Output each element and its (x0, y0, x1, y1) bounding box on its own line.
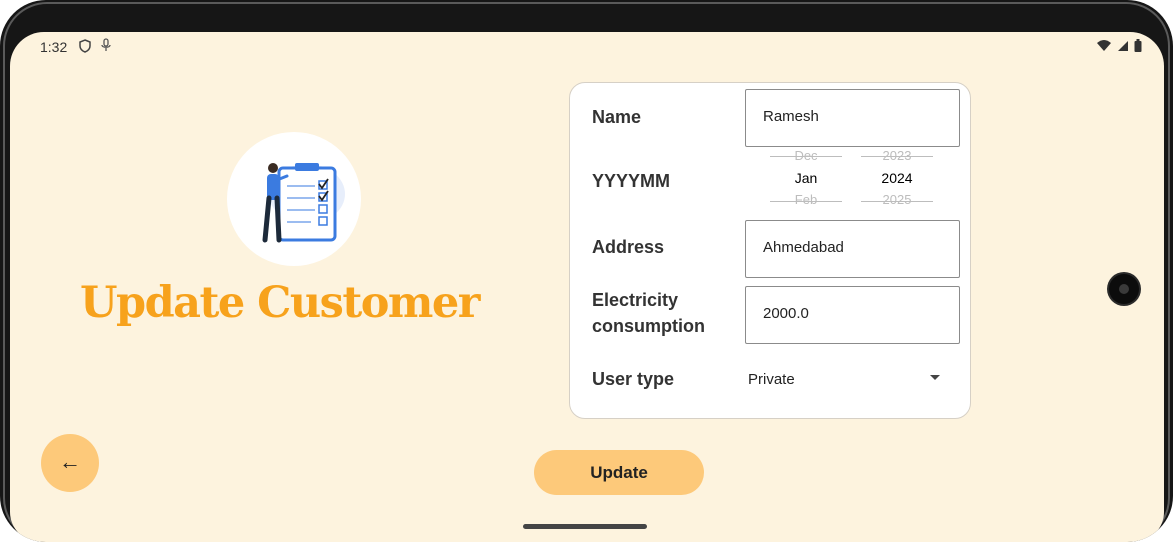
year-next: 2025 (882, 192, 912, 207)
picker-divider (770, 201, 842, 202)
page-title: Update Customer (80, 278, 480, 328)
arrow-left-icon: ← (59, 449, 81, 474)
address-field[interactable]: Ahmedabad (745, 220, 960, 278)
status-icons-right (1097, 39, 1142, 55)
consumption-field[interactable]: 2000.0 (745, 286, 960, 344)
name-field[interactable]: Ramesh (745, 89, 960, 147)
month-picker[interactable]: Dec Jan Feb (766, 147, 846, 209)
status-bar: 1:32 (10, 32, 1164, 62)
customer-form-card: Name Ramesh YYYYMM Dec Jan Feb 2023 2024… (569, 82, 971, 419)
status-time: 1:32 (40, 39, 68, 55)
month-selected: Jan (794, 170, 818, 186)
update-button[interactable]: Update (534, 450, 704, 495)
picker-divider (770, 156, 842, 157)
year-picker[interactable]: 2023 2024 2025 (857, 147, 937, 209)
back-button[interactable]: ← (41, 434, 99, 492)
wifi-icon (1097, 40, 1112, 51)
user-type-select[interactable]: Private (748, 371, 795, 388)
consumption-label-line2: consumption (592, 316, 705, 336)
year-selected: 2024 (881, 170, 913, 186)
app-screen: 1:32 Update Customer Name Ramesh YYYYMM … (10, 32, 1164, 542)
name-value: Ramesh (763, 108, 819, 125)
address-label: Address (592, 237, 665, 257)
name-label: Name (592, 107, 642, 127)
device-frame: 1:32 Update Customer Name Ramesh YYYYMM … (0, 0, 1173, 542)
front-camera (1109, 274, 1139, 304)
consumption-value: 2000.0 (763, 305, 809, 322)
mic-icon (100, 38, 112, 55)
clipboard-checklist-illustration (262, 163, 345, 243)
date-label: YYYYMM (592, 171, 671, 191)
battery-icon (1134, 39, 1142, 52)
illustration-circle (227, 132, 361, 266)
picker-divider (861, 201, 933, 202)
consumption-label-line1: Electricity (592, 290, 679, 310)
shield-icon (78, 39, 92, 56)
home-indicator[interactable] (523, 524, 647, 529)
month-next: Feb (794, 192, 818, 207)
picker-divider (861, 156, 933, 157)
user-type-label: User type (592, 369, 675, 389)
dropdown-arrow-icon[interactable] (930, 375, 940, 380)
signal-icon (1117, 41, 1128, 51)
address-value: Ahmedabad (763, 239, 844, 256)
